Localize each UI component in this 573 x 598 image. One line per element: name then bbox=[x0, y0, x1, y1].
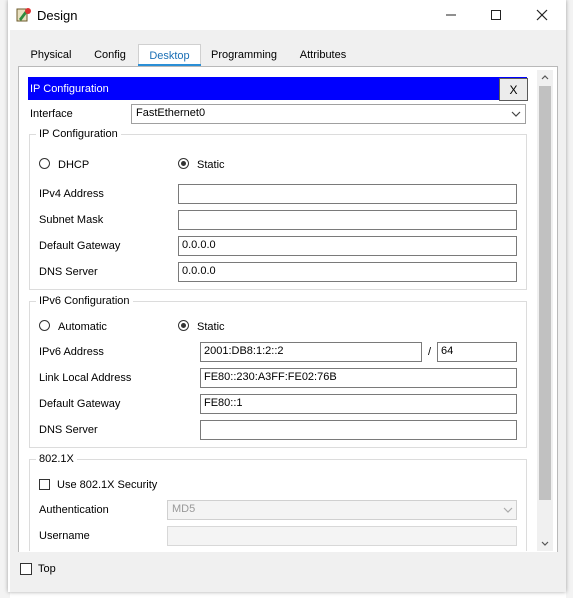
ipv6-gateway-label: Default Gateway bbox=[39, 398, 121, 410]
prefix-length-field[interactable]: 64 bbox=[437, 342, 517, 362]
background-app-right bbox=[566, 0, 573, 598]
automatic-radio[interactable] bbox=[39, 320, 50, 331]
ipv6-legend: IPv6 Configuration bbox=[36, 295, 133, 307]
dns-server-field[interactable]: 0.0.0.0 bbox=[178, 262, 517, 282]
ipv6-address-label: IPv6 Address bbox=[39, 346, 104, 358]
chevron-down-icon bbox=[510, 109, 522, 119]
close-window-button[interactable] bbox=[519, 0, 565, 30]
authentication-value: MD5 bbox=[172, 503, 196, 515]
ipv6-gateway-field[interactable]: FE80::1 bbox=[200, 394, 517, 414]
interface-select[interactable]: FastEthernet0 bbox=[131, 104, 526, 124]
ipv6-address-field[interactable]: 2001:DB8:1:2::2 bbox=[200, 342, 422, 362]
tab-physical[interactable]: Physical bbox=[20, 44, 82, 66]
automatic-label: Automatic bbox=[58, 321, 107, 333]
ipv6-static-label: Static bbox=[197, 321, 225, 333]
tab-attributes[interactable]: Attributes bbox=[289, 44, 357, 66]
prefix-separator: / bbox=[428, 346, 432, 358]
use-8021x-checkbox[interactable] bbox=[39, 479, 50, 490]
close-panel-button[interactable]: X bbox=[499, 78, 528, 101]
ipv6-dns-field[interactable] bbox=[200, 420, 517, 440]
app-logo-icon bbox=[16, 7, 32, 23]
bottom-bar bbox=[10, 552, 566, 592]
dot1x-legend: 802.1X bbox=[36, 453, 77, 465]
scrollbar-thumb[interactable] bbox=[539, 86, 551, 500]
default-gateway-label: Default Gateway bbox=[39, 240, 121, 252]
ipv4-legend: IP Configuration bbox=[36, 128, 121, 140]
default-gateway-field[interactable]: 0.0.0.0 bbox=[178, 236, 517, 256]
subnet-mask-field[interactable] bbox=[178, 210, 517, 230]
scroll-up-icon[interactable] bbox=[539, 71, 551, 83]
static-label: Static bbox=[197, 159, 225, 171]
ipv4-address-field[interactable] bbox=[178, 184, 517, 204]
window-title: Design bbox=[37, 8, 78, 23]
dhcp-label: DHCP bbox=[58, 159, 90, 171]
dhcp-radio[interactable] bbox=[39, 158, 50, 169]
ipv6-static-radio[interactable] bbox=[178, 320, 189, 331]
ipv6-dns-label: DNS Server bbox=[39, 424, 98, 436]
use-8021x-label: Use 802.1X Security bbox=[57, 479, 158, 491]
maximize-button[interactable] bbox=[473, 0, 519, 30]
top-checkbox[interactable] bbox=[20, 563, 32, 575]
authentication-select[interactable]: MD5 bbox=[167, 500, 517, 520]
tab-config[interactable]: Config bbox=[84, 44, 136, 66]
username-field[interactable] bbox=[167, 526, 517, 546]
dns-server-label: DNS Server bbox=[39, 266, 98, 278]
tab-programming[interactable]: Programming bbox=[203, 44, 285, 66]
link-local-label: Link Local Address bbox=[39, 372, 132, 384]
minimize-button[interactable] bbox=[428, 0, 474, 30]
panel-title: IP Configuration bbox=[30, 83, 109, 95]
scroll-down-icon[interactable] bbox=[539, 538, 551, 550]
top-label: Top bbox=[38, 563, 56, 575]
auth-chevron-down-icon bbox=[502, 505, 514, 515]
username-label: Username bbox=[39, 530, 90, 542]
static-radio[interactable] bbox=[178, 158, 189, 169]
link-local-field[interactable]: FE80::230:A3FF:FE02:76B bbox=[200, 368, 517, 388]
interface-value: FastEthernet0 bbox=[136, 107, 206, 119]
subnet-mask-label: Subnet Mask bbox=[39, 214, 104, 226]
ipv4-address-label: IPv4 Address bbox=[39, 188, 104, 200]
interface-label: Interface bbox=[30, 108, 73, 120]
authentication-label: Authentication bbox=[39, 504, 109, 516]
